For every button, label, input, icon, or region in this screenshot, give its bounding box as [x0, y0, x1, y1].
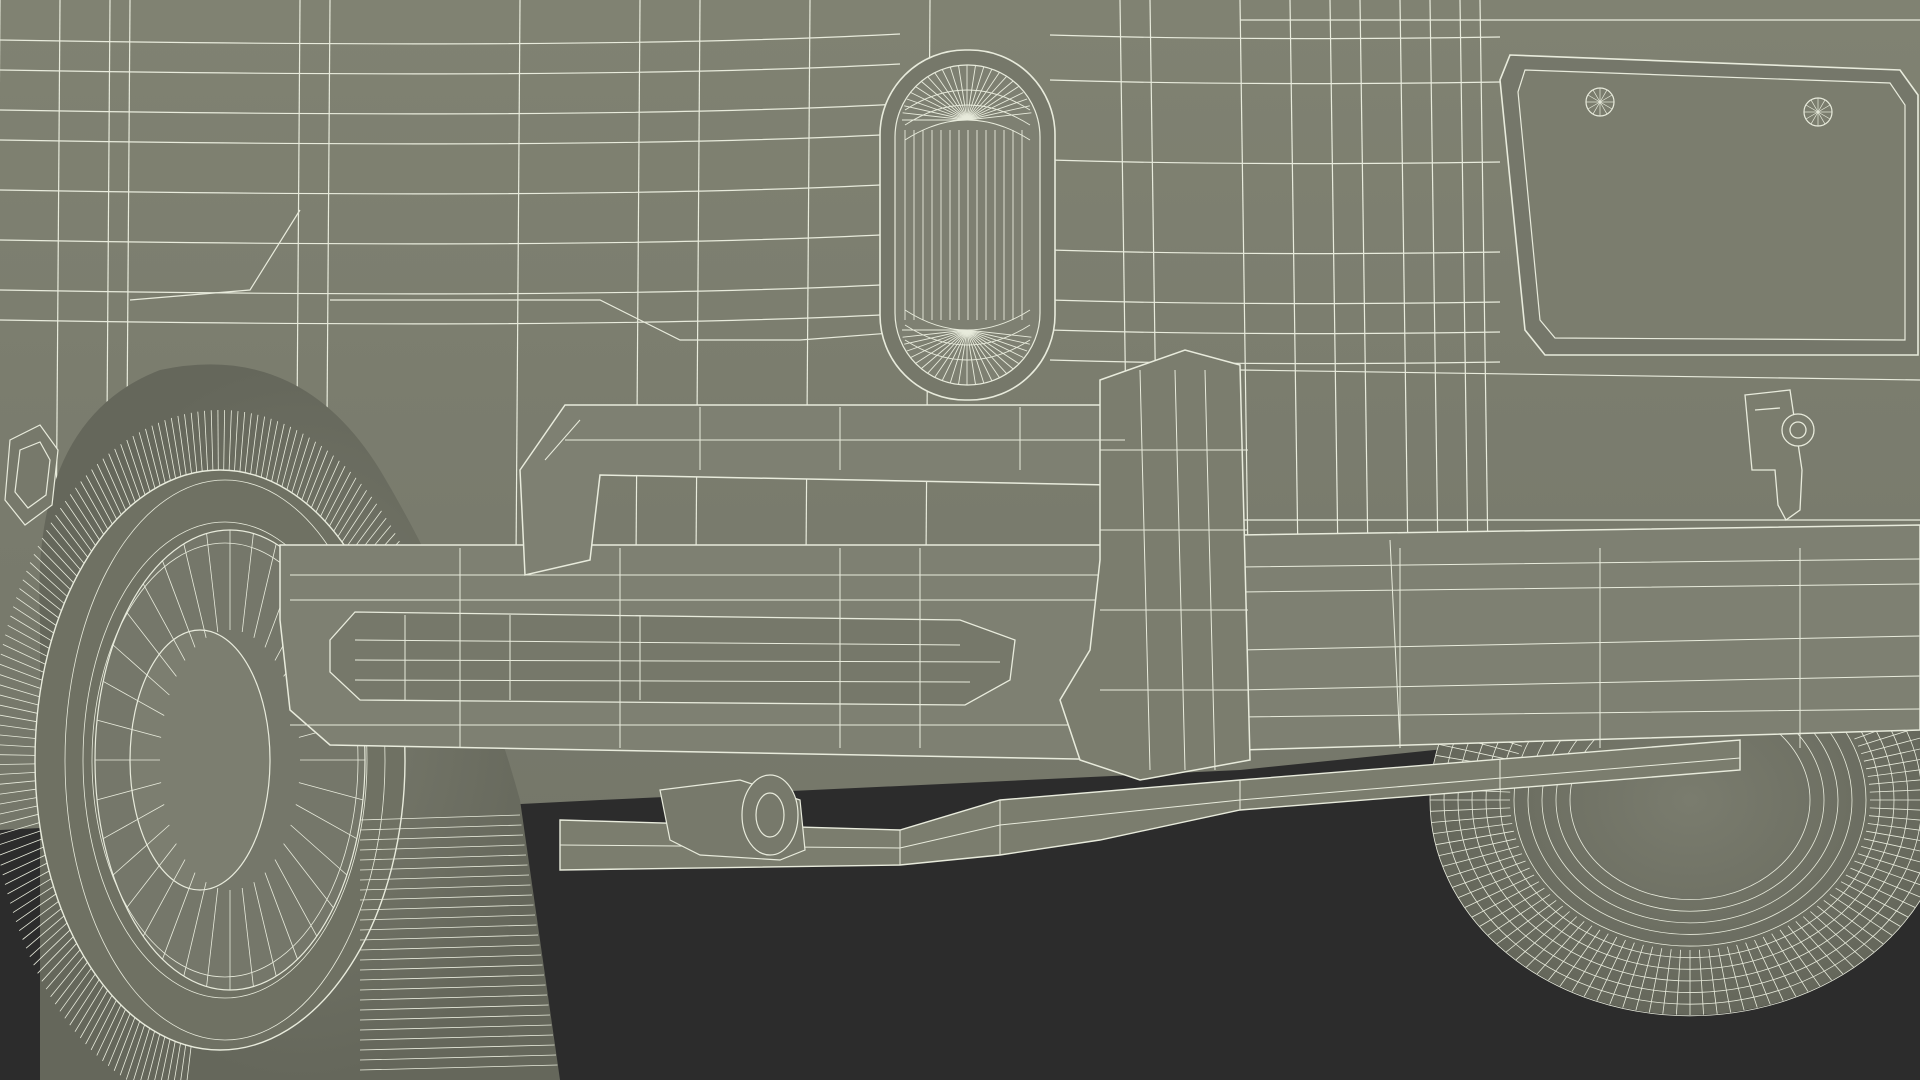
wireframe-render — [0, 0, 1920, 1080]
license-plate — [1499, 54, 1919, 356]
tail-light — [879, 49, 1056, 401]
